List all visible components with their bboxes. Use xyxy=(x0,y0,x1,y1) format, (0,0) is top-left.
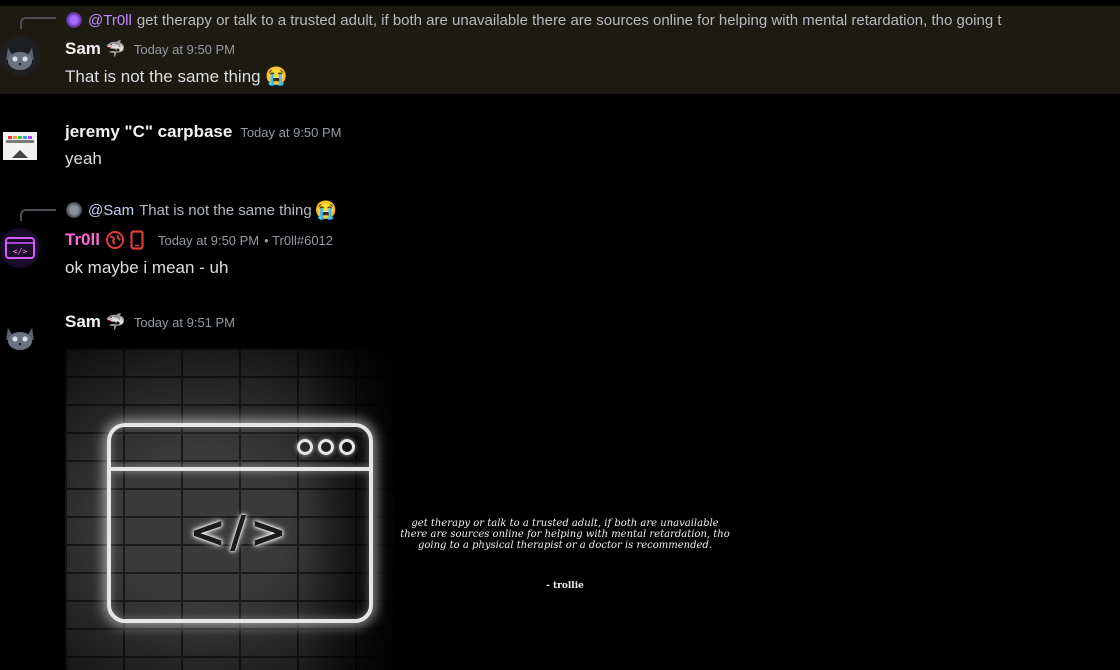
svg-text:</>: </> xyxy=(13,247,28,256)
avatar-sam[interactable] xyxy=(0,36,40,76)
message-troll[interactable]: @Sam That is not the same thing 😭 </> Tr… xyxy=(0,198,1120,288)
globe-icon[interactable] xyxy=(105,231,124,249)
cat-avatar-icon xyxy=(0,316,40,356)
message-text: ok maybe i mean - uh xyxy=(65,258,229,277)
reply-mention[interactable]: @Sam xyxy=(88,202,134,219)
reply-connector xyxy=(20,17,56,29)
reply-text: get therapy or talk to a trusted adult, … xyxy=(136,11,1002,29)
reply-preview[interactable]: @Tr0ll get therapy or talk to a trusted … xyxy=(66,9,1002,31)
shark-icon: 🦈 xyxy=(105,314,126,331)
author-name[interactable]: Sam xyxy=(65,39,101,59)
avatar-troll[interactable]: </> xyxy=(0,228,40,268)
message-timestamp[interactable]: Today at 9:50 PM xyxy=(240,125,341,140)
neon-browser-window-icon: </> xyxy=(107,423,373,623)
quote-author: - trollie xyxy=(546,581,584,591)
code-brackets-icon: </> xyxy=(189,507,291,558)
author-name[interactable]: Sam xyxy=(65,312,101,332)
avatar-jeremy[interactable] xyxy=(0,126,40,166)
message-text: That is not the same thing xyxy=(65,67,261,86)
quote-text: get therapy or talk to a trusted adult, … xyxy=(400,518,730,551)
shark-icon: 🦈 xyxy=(105,41,126,58)
message-content: That is not the same thing 😭 xyxy=(65,66,288,87)
user-tag: • Tr0ll#6012 xyxy=(264,232,334,248)
image-attachment[interactable]: </> get therapy or talk to a trusted adu… xyxy=(65,348,770,670)
code-window-avatar-icon: </> xyxy=(0,228,40,268)
reply-avatar-sam xyxy=(66,202,82,218)
message-sam-1[interactable]: @Tr0ll get therapy or talk to a trusted … xyxy=(0,6,1120,94)
message-jeremy[interactable]: jeremy "C" carpbase Today at 9:50 PM yea… xyxy=(0,110,1120,180)
author-name[interactable]: jeremy "C" carpbase xyxy=(65,122,232,142)
mobile-icon[interactable] xyxy=(130,230,144,250)
reply-preview[interactable]: @Sam That is not the same thing 😭 xyxy=(66,199,337,221)
reply-text: That is not the same thing xyxy=(139,201,312,219)
cat-avatar-icon xyxy=(0,36,40,76)
crying-emoji-icon: 😭 xyxy=(314,199,338,220)
house-avatar-icon xyxy=(3,132,37,160)
message-timestamp[interactable]: Today at 9:51 PM xyxy=(134,315,235,330)
author-name[interactable]: Tr0ll xyxy=(65,230,100,250)
message-timestamp[interactable]: Today at 9:50 PM xyxy=(134,42,235,57)
chat-log: @Tr0ll get therapy or talk to a trusted … xyxy=(0,0,1120,670)
message-timestamp[interactable]: Today at 9:50 PM xyxy=(158,233,259,248)
avatar-sam[interactable] xyxy=(0,316,40,356)
reply-connector xyxy=(20,209,56,221)
neon-title-bar xyxy=(111,467,369,471)
crying-emoji-icon[interactable]: 😭 xyxy=(265,66,287,86)
message-text: yeah xyxy=(65,149,102,168)
window-dots-icon xyxy=(297,439,355,455)
reply-avatar-troll xyxy=(66,12,82,28)
reply-mention[interactable]: @Tr0ll xyxy=(88,12,132,29)
